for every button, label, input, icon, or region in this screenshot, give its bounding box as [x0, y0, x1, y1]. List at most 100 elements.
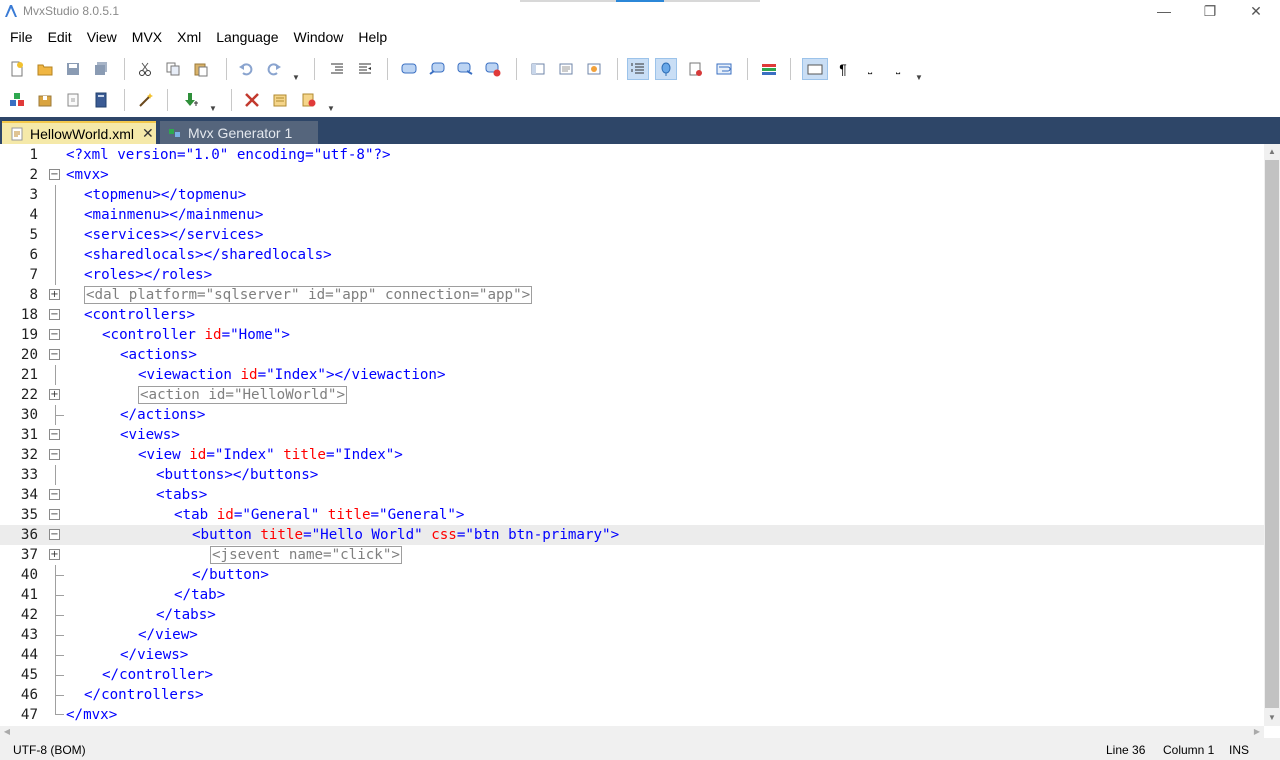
- code-line[interactable]: 1 <?xml version="1.0" encoding="utf-8"?>: [0, 145, 1264, 165]
- cut-icon[interactable]: [134, 58, 156, 80]
- code-line[interactable]: 44 </views>: [0, 645, 1264, 665]
- fold-collapse-icon[interactable]: −: [49, 429, 60, 440]
- restore-button[interactable]: ❐: [1187, 0, 1233, 22]
- tools-icon[interactable]: [241, 89, 263, 111]
- blocks-icon[interactable]: [6, 89, 28, 111]
- close-tab-icon[interactable]: ✕: [142, 125, 154, 142]
- code-line[interactable]: 35− <tab id="General" title="General">: [0, 505, 1264, 525]
- pilcrow-icon[interactable]: ¶: [832, 58, 854, 80]
- fold-collapse-icon[interactable]: −: [49, 169, 60, 180]
- code-editor[interactable]: 1 <?xml version="1.0" encoding="utf-8"?> 2…: [0, 144, 1264, 726]
- panel-left-icon[interactable]: [527, 58, 549, 80]
- code-line[interactable]: 31− <views>: [0, 425, 1264, 445]
- tab-mvx-generator[interactable]: Mvx Generator 1: [160, 121, 318, 144]
- undo-icon[interactable]: [235, 58, 257, 80]
- paste-icon[interactable]: [190, 58, 212, 80]
- fold-expand-icon[interactable]: +: [49, 289, 60, 300]
- code-line[interactable]: 37 + <jsevent name="click">: [0, 545, 1264, 565]
- redo-icon[interactable]: [263, 58, 285, 80]
- toolbar-overflow-icon[interactable]: ▼: [327, 104, 335, 113]
- save-all-icon[interactable]: [90, 58, 112, 80]
- save-icon[interactable]: [62, 58, 84, 80]
- new-file-icon[interactable]: [6, 58, 28, 80]
- fold-collapse-icon[interactable]: −: [49, 449, 60, 460]
- open-folder-icon[interactable]: [34, 58, 56, 80]
- panel-text-icon[interactable]: [555, 58, 577, 80]
- space-marker-icon[interactable]: ˽: [859, 58, 881, 80]
- fold-collapse-icon[interactable]: −: [49, 329, 60, 340]
- package-icon[interactable]: [34, 89, 56, 111]
- comment-forward-icon[interactable]: [454, 58, 476, 80]
- document-check-icon[interactable]: [684, 58, 706, 80]
- code-line[interactable]: 30 </actions>: [0, 405, 1264, 425]
- fold-collapse-icon[interactable]: −: [49, 529, 60, 540]
- menu-window[interactable]: Window: [294, 27, 344, 49]
- indent-icon[interactable]: [326, 58, 348, 80]
- code-line[interactable]: 5 <services></services>: [0, 225, 1264, 245]
- comment-add-icon[interactable]: [426, 58, 448, 80]
- code-line[interactable]: 43 </view>: [0, 625, 1264, 645]
- code-line[interactable]: 2− <mvx>: [0, 165, 1264, 185]
- vertical-scrollbar[interactable]: ▲ ▼: [1264, 144, 1280, 726]
- bookmark-icon[interactable]: [655, 58, 677, 80]
- fold-expand-icon[interactable]: +: [49, 549, 60, 560]
- menu-edit[interactable]: Edit: [48, 27, 72, 49]
- code-line[interactable]: 20− <actions>: [0, 345, 1264, 365]
- code-line[interactable]: 7 <roles></roles>: [0, 265, 1264, 285]
- code-line[interactable]: 41 </tab>: [0, 585, 1264, 605]
- code-line[interactable]: 36− <button title="Hello World" css="btn …: [0, 525, 1264, 545]
- toolbar-overflow-icon[interactable]: ▼: [209, 104, 217, 113]
- outdent-icon[interactable]: [354, 58, 376, 80]
- code-line[interactable]: 45 </controller>: [0, 665, 1264, 685]
- menu-file[interactable]: File: [10, 27, 33, 49]
- whitespace-box-icon[interactable]: [802, 58, 828, 80]
- collapsed-block[interactable]: <dal platform="sqlserver" id="app" conne…: [84, 286, 533, 304]
- scroll-up-icon[interactable]: ▲: [1264, 144, 1280, 160]
- fold-expand-icon[interactable]: +: [49, 389, 60, 400]
- code-line[interactable]: 18− <controllers>: [0, 305, 1264, 325]
- menu-xml[interactable]: Xml: [177, 27, 201, 49]
- code-line[interactable]: 42 </tabs>: [0, 605, 1264, 625]
- minimize-button[interactable]: —: [1141, 0, 1187, 22]
- edit-list-icon[interactable]: [269, 89, 291, 111]
- code-line[interactable]: 33 <buttons></buttons>: [0, 465, 1264, 485]
- tab-marker-icon[interactable]: ˽: [887, 58, 909, 80]
- document-icon[interactable]: [62, 89, 84, 111]
- code-line[interactable]: 47 </mvx>: [0, 705, 1264, 725]
- menu-mvx[interactable]: MVX: [132, 27, 162, 49]
- scroll-down-icon[interactable]: ▼: [1264, 710, 1280, 726]
- code-line[interactable]: 8 + <dal platform="sqlserver" id="app" con…: [0, 285, 1264, 305]
- wrap-icon[interactable]: [713, 58, 735, 80]
- line-numbers-icon[interactable]: [627, 58, 649, 80]
- magic-wand-icon[interactable]: [135, 89, 157, 111]
- menu-language[interactable]: Language: [216, 27, 278, 49]
- code-line[interactable]: 32− <view id="Index" title="Index">: [0, 445, 1264, 465]
- horizontal-scrollbar[interactable]: ◀ ▶: [0, 726, 1264, 738]
- close-window-button[interactable]: ✕: [1233, 0, 1279, 22]
- comment-icon[interactable]: [398, 58, 420, 80]
- fold-collapse-icon[interactable]: −: [49, 509, 60, 520]
- menu-view[interactable]: View: [87, 27, 117, 49]
- collapsed-block[interactable]: <action id="HelloWorld">: [138, 386, 347, 404]
- collapsed-block[interactable]: <jsevent name="click">: [210, 546, 402, 564]
- scroll-thumb[interactable]: [1265, 160, 1279, 708]
- fold-collapse-icon[interactable]: −: [49, 489, 60, 500]
- book-icon[interactable]: [90, 89, 112, 111]
- menu-help[interactable]: Help: [358, 27, 387, 49]
- code-line[interactable]: 46 </controllers>: [0, 685, 1264, 705]
- panel-image-icon[interactable]: [583, 58, 605, 80]
- code-line[interactable]: 22 + <action id="HelloWorld">: [0, 385, 1264, 405]
- fold-collapse-icon[interactable]: −: [49, 309, 60, 320]
- code-line[interactable]: 6 <sharedlocals></sharedlocals>: [0, 245, 1264, 265]
- comment-remove-icon[interactable]: [482, 58, 504, 80]
- tab-hellowworld-xml[interactable]: HellowWorld.xml ✕: [2, 121, 156, 144]
- code-line[interactable]: 3 <topmenu></topmenu>: [0, 185, 1264, 205]
- code-line[interactable]: 21 <viewaction id="Index"></viewaction>: [0, 365, 1264, 385]
- remove-list-icon[interactable]: [298, 89, 320, 111]
- toolbar-overflow-icon[interactable]: ▼: [292, 73, 300, 82]
- scroll-right-icon[interactable]: ▶: [1250, 726, 1264, 738]
- scroll-left-icon[interactable]: ◀: [0, 726, 14, 738]
- code-line[interactable]: 19− <controller id="Home">: [0, 325, 1264, 345]
- toolbar-overflow-icon[interactable]: ▼: [915, 73, 923, 82]
- code-line[interactable]: 40 </button>: [0, 565, 1264, 585]
